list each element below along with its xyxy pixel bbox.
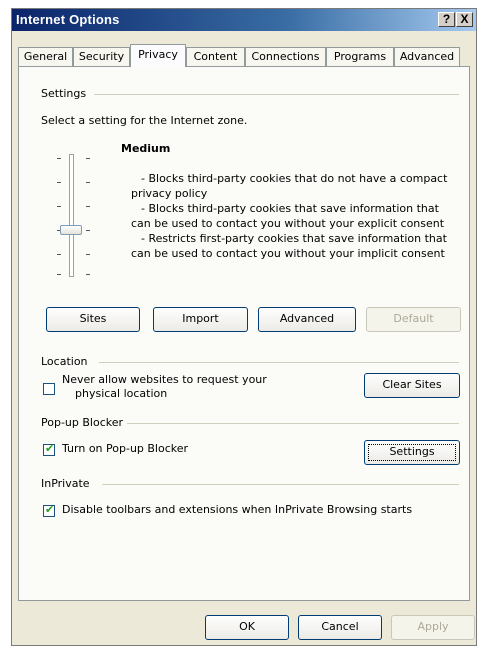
check-mark-icon: ✔ [45, 442, 55, 455]
inprivate-group-label: InPrivate [41, 477, 90, 490]
privacy-description-2: - Blocks third-party cookies that save i… [131, 202, 445, 230]
popup-blocker-separator [127, 423, 459, 424]
popup-settings-button[interactable]: Settings [364, 440, 460, 465]
tab-privacy[interactable]: Privacy [130, 44, 186, 67]
slider-tick [57, 254, 61, 255]
slider-tick [57, 182, 61, 183]
slider-tick [86, 158, 90, 159]
settings-instruction: Select a setting for the Internet zone. [41, 114, 248, 127]
location-checkbox[interactable] [43, 383, 55, 395]
tab-connections[interactable]: Connections [245, 47, 326, 66]
privacy-description-3: - Restricts first-party cookies that sav… [131, 232, 447, 260]
slider-thumb[interactable] [60, 225, 82, 235]
slider-tick [86, 274, 90, 275]
privacy-level-title: Medium [121, 142, 171, 155]
cancel-button[interactable]: Cancel [298, 615, 382, 640]
window-title: Internet Options [16, 12, 120, 27]
location-group-label: Location [41, 355, 88, 368]
location-checkbox-label-line1: Never allow websites to request your [62, 373, 267, 386]
tab-security[interactable]: Security [73, 47, 130, 66]
check-mark-icon: ✔ [45, 503, 55, 516]
location-separator [99, 362, 459, 363]
slider-tick [57, 206, 61, 207]
help-button[interactable]: ? [438, 12, 455, 27]
slider-tick [57, 274, 61, 275]
slider-tick [86, 206, 90, 207]
settings-separator [94, 94, 459, 95]
privacy-description-1: - Blocks third-party cookies that do not… [131, 172, 448, 200]
internet-options-dialog: Internet Options ? X General Security Pr… [11, 8, 477, 646]
popup-blocker-checkbox[interactable]: ✔ [43, 442, 55, 456]
close-button[interactable]: X [456, 12, 473, 27]
tab-content[interactable]: Content [186, 47, 245, 66]
tab-general[interactable]: General [18, 47, 73, 66]
title-bar[interactable]: Internet Options ? X [12, 9, 476, 31]
tab-programs[interactable]: Programs [326, 47, 394, 66]
privacy-panel: Settings Select a setting for the Intern… [18, 66, 470, 601]
ok-button[interactable]: OK [205, 615, 289, 640]
advanced-button[interactable]: Advanced [258, 307, 356, 332]
slider-tick [86, 182, 90, 183]
popup-blocker-checkbox-label: Turn on Pop-up Blocker [62, 442, 189, 455]
inprivate-checkbox-label: Disable toolbars and extensions when InP… [62, 503, 413, 516]
clear-sites-button[interactable]: Clear Sites [364, 373, 460, 398]
inprivate-checkbox[interactable]: ✔ [43, 503, 55, 517]
sites-button[interactable]: Sites [46, 307, 140, 332]
slider-tick [86, 254, 90, 255]
location-checkbox-label-line2: physical location [75, 387, 168, 400]
slider-tick [86, 230, 90, 231]
slider-track [69, 154, 74, 277]
default-button[interactable]: Default [366, 307, 461, 332]
tab-advanced[interactable]: Advanced [394, 47, 460, 66]
settings-group-label: Settings [41, 87, 87, 100]
import-button[interactable]: Import [153, 307, 248, 332]
popup-blocker-group-label: Pop-up Blocker [41, 416, 124, 429]
apply-button[interactable]: Apply [391, 615, 475, 640]
slider-tick [57, 158, 61, 159]
inprivate-separator [102, 484, 459, 485]
